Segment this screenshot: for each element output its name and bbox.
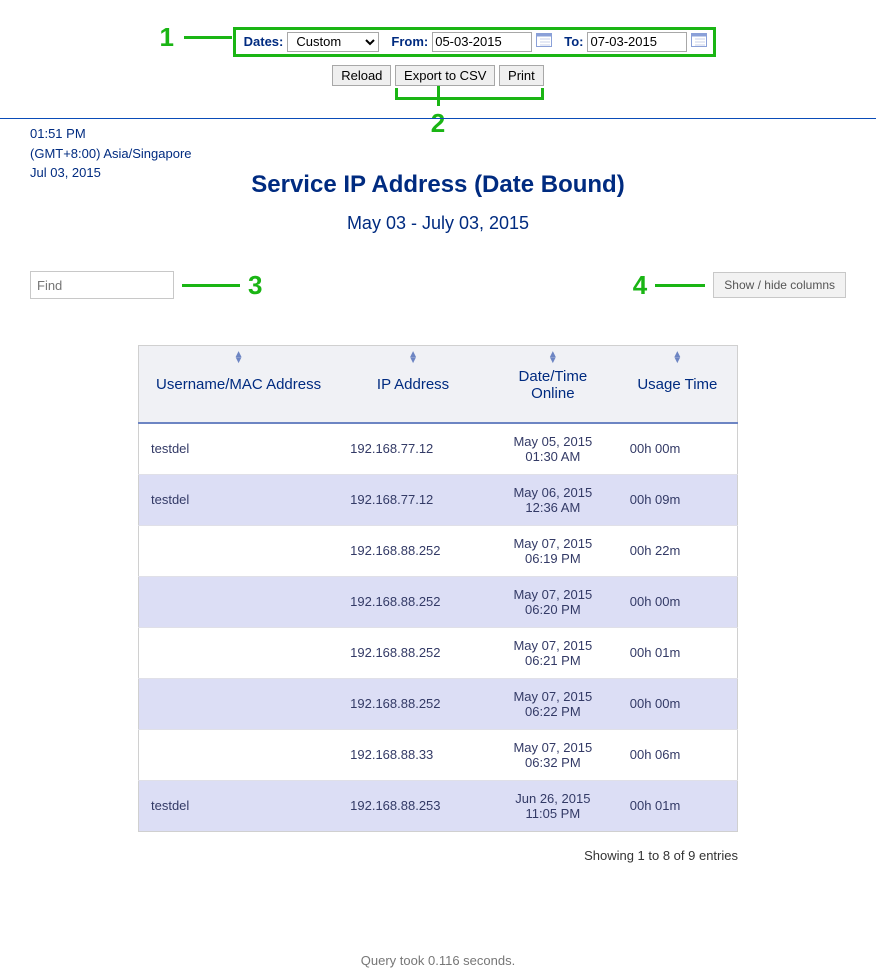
reload-button[interactable]: Reload xyxy=(332,65,391,86)
table-row: 192.168.88.33May 07, 201506:32 PM00h 06m xyxy=(139,729,738,780)
timestamp-tz: (GMT+8:00) Asia/Singapore xyxy=(30,144,192,164)
cell-username: testdel xyxy=(139,423,339,475)
print-button[interactable]: Print xyxy=(499,65,544,86)
callout-4-line xyxy=(655,284,705,287)
callout-4: 4 xyxy=(633,270,647,301)
results-table: ▲▼ Username/MAC Address ▲▼ IP Address ▲▼… xyxy=(138,345,738,832)
table-row: 192.168.88.252May 07, 201506:19 PM00h 22… xyxy=(139,525,738,576)
table-row: testdel192.168.88.253Jun 26, 201511:05 P… xyxy=(139,780,738,831)
cell-usage: 00h 01m xyxy=(618,627,738,678)
cell-datetime: May 07, 201506:20 PM xyxy=(488,576,618,627)
from-label: From: xyxy=(391,34,428,49)
cell-ip: 192.168.77.12 xyxy=(338,423,488,475)
sort-icon: ▲▼ xyxy=(408,352,418,364)
col-header-username[interactable]: ▲▼ Username/MAC Address xyxy=(139,345,339,423)
timestamp-time: 01:51 PM xyxy=(30,124,192,144)
cell-usage: 00h 00m xyxy=(618,423,738,475)
cell-usage: 00h 00m xyxy=(618,576,738,627)
cell-username: testdel xyxy=(139,474,339,525)
cell-datetime: May 06, 201512:36 AM xyxy=(488,474,618,525)
sort-icon: ▲▼ xyxy=(672,352,682,364)
cell-ip: 192.168.77.12 xyxy=(338,474,488,525)
cell-ip: 192.168.88.252 xyxy=(338,678,488,729)
find-input[interactable] xyxy=(30,271,174,299)
table-row: 192.168.88.252May 07, 201506:22 PM00h 00… xyxy=(139,678,738,729)
table-row: 192.168.88.252May 07, 201506:20 PM00h 00… xyxy=(139,576,738,627)
cell-username xyxy=(139,525,339,576)
cell-usage: 00h 22m xyxy=(618,525,738,576)
cell-usage: 00h 01m xyxy=(618,780,738,831)
cell-datetime: May 07, 201506:22 PM xyxy=(488,678,618,729)
timestamp-date: Jul 03, 2015 xyxy=(30,163,192,183)
calendar-icon[interactable] xyxy=(536,32,552,51)
col-header-ip[interactable]: ▲▼ IP Address xyxy=(338,345,488,423)
cell-usage: 00h 09m xyxy=(618,474,738,525)
cell-username xyxy=(139,627,339,678)
calendar-icon[interactable] xyxy=(691,32,707,51)
sort-icon: ▲▼ xyxy=(548,352,558,364)
timestamp-block: 01:51 PM (GMT+8:00) Asia/Singapore Jul 0… xyxy=(30,124,192,183)
cell-username xyxy=(139,576,339,627)
cell-usage: 00h 06m xyxy=(618,729,738,780)
callout-1: 1 xyxy=(160,22,174,53)
table-entries-info: Showing 1 to 8 of 9 entries xyxy=(138,848,738,863)
dates-select[interactable]: Custom xyxy=(287,32,379,52)
cell-datetime: Jun 26, 201511:05 PM xyxy=(488,780,618,831)
to-input[interactable] xyxy=(587,32,687,52)
cell-username xyxy=(139,678,339,729)
cell-usage: 00h 00m xyxy=(618,678,738,729)
cell-ip: 192.168.88.252 xyxy=(338,627,488,678)
divider xyxy=(0,118,876,119)
cell-datetime: May 07, 201506:21 PM xyxy=(488,627,618,678)
cell-ip: 192.168.88.33 xyxy=(338,729,488,780)
table-row: testdel192.168.77.12May 05, 201501:30 AM… xyxy=(139,423,738,475)
show-hide-columns-button[interactable]: Show / hide columns xyxy=(713,272,846,298)
col-header-datetime[interactable]: ▲▼ Date/Time Online xyxy=(488,345,618,423)
date-filter-box: Dates: Custom From: To: xyxy=(233,27,717,57)
col-header-usage[interactable]: ▲▼ Usage Time xyxy=(618,345,738,423)
cell-datetime: May 07, 201506:32 PM xyxy=(488,729,618,780)
table-row: testdel192.168.77.12May 06, 201512:36 AM… xyxy=(139,474,738,525)
export-csv-button[interactable]: Export to CSV xyxy=(395,65,495,86)
from-input[interactable] xyxy=(432,32,532,52)
callout-2-bracket xyxy=(395,88,544,100)
sort-icon: ▲▼ xyxy=(234,352,244,364)
callout-3: 3 xyxy=(248,270,262,301)
cell-ip: 192.168.88.252 xyxy=(338,576,488,627)
cell-ip: 192.168.88.253 xyxy=(338,780,488,831)
to-label: To: xyxy=(564,34,583,49)
table-row: 192.168.88.252May 07, 201506:21 PM00h 01… xyxy=(139,627,738,678)
page-subtitle: May 03 - July 03, 2015 xyxy=(0,213,876,234)
dates-label: Dates: xyxy=(244,34,284,49)
cell-datetime: May 05, 201501:30 AM xyxy=(488,423,618,475)
cell-datetime: May 07, 201506:19 PM xyxy=(488,525,618,576)
cell-ip: 192.168.88.252 xyxy=(338,525,488,576)
cell-username: testdel xyxy=(139,780,339,831)
cell-username xyxy=(139,729,339,780)
query-time-footer: Query took 0.116 seconds. xyxy=(0,953,876,978)
callout-1-line xyxy=(184,36,232,39)
callout-3-line xyxy=(182,284,240,287)
